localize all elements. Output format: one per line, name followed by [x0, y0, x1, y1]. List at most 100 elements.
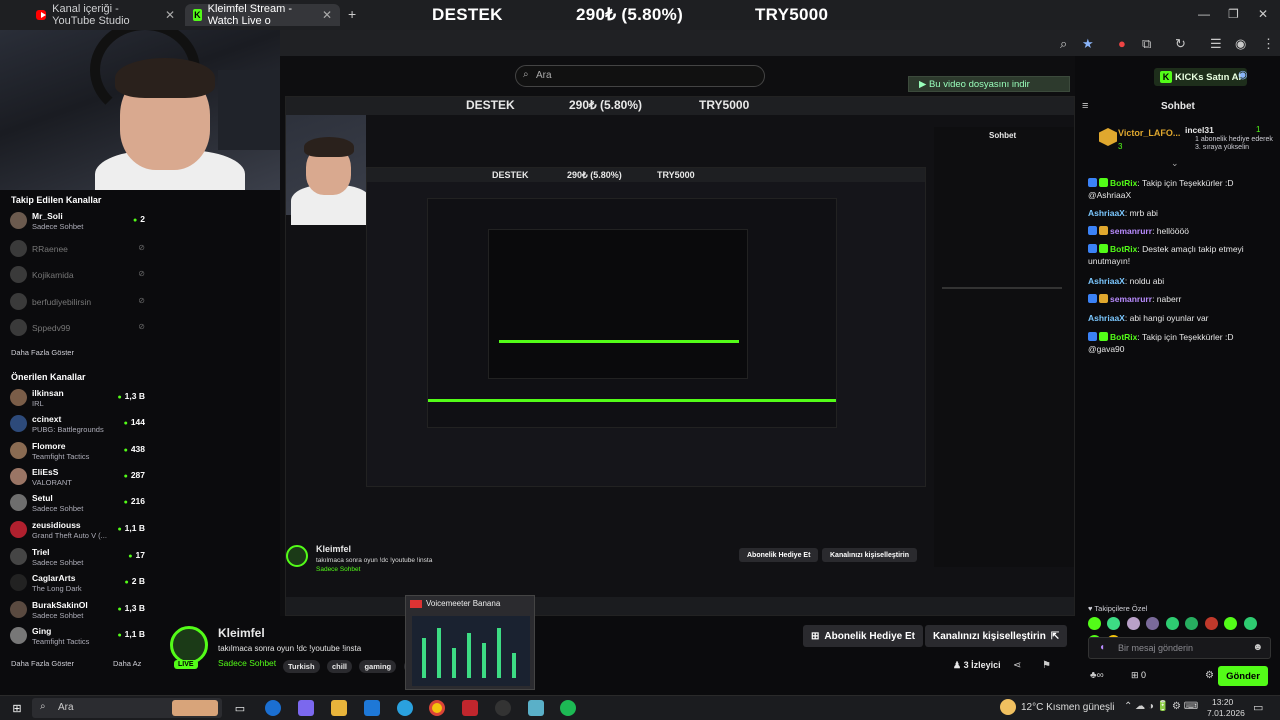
recommended-item[interactable]: CaglarArts The Long Dark 2 B: [10, 572, 145, 596]
profile-icon[interactable]: ◉: [1235, 36, 1246, 52]
gift-subscription-button[interactable]: ⊞ Abonelik Hediye Et: [803, 625, 923, 647]
stream-category[interactable]: Sadece Sohbet: [218, 658, 276, 668]
clock-date[interactable]: 7.01.2026: [1207, 708, 1245, 718]
recommended-item[interactable]: Ging Teamfight Tactics 1,1 B: [10, 625, 145, 649]
tab-kick-stream[interactable]: K Kleimfel Stream - Watch Live o ✕: [185, 3, 340, 27]
zoom-icon[interactable]: ⌕: [1060, 36, 1067, 52]
file-explorer-icon[interactable]: [331, 700, 347, 716]
notification-icon[interactable]: ▭: [1253, 701, 1263, 714]
tab-youtube-studio[interactable]: Kanal içeriği - YouTube Studio ✕: [28, 3, 183, 27]
points-icon[interactable]: ♣∞: [1090, 670, 1104, 681]
taskbar-search[interactable]: ⌕ Ara: [32, 698, 222, 718]
recommended-item[interactable]: zeusidiouss Grand Theft Auto V (... 1,1 …: [10, 519, 145, 543]
channel-name[interactable]: Kleimfel: [218, 626, 265, 640]
weather-icon[interactable]: [1000, 699, 1016, 715]
show-more-link[interactable]: Daha Fazla Göster: [11, 348, 74, 357]
popup-header: Voicemeeter Banana: [410, 599, 500, 608]
close-window-button[interactable]: ✕: [1258, 7, 1268, 21]
stream-video[interactable]: ⌕ Ara ▶ Bu video dosyasını indir DESTEK …: [280, 56, 1075, 616]
voicemeeter-icon[interactable]: [462, 700, 478, 716]
nested-webcam: [286, 115, 371, 225]
maximize-button[interactable]: ❐: [1228, 7, 1239, 21]
emote-icon[interactable]: [1185, 617, 1199, 630]
new-tab-button[interactable]: +: [348, 6, 356, 22]
clock-time[interactable]: 13:20: [1212, 697, 1233, 707]
taskbar-preview-popup[interactable]: Voicemeeter Banana: [405, 595, 535, 690]
emote-icon[interactable]: [1126, 617, 1140, 630]
bookmark-star-icon[interactable]: ★: [1082, 36, 1094, 52]
chat-message: BotRix: Takip için Teşekkürler :D @gava9…: [1088, 332, 1234, 354]
emote-icon[interactable]: [1146, 617, 1160, 630]
avatar: [10, 548, 27, 565]
bot-badge-icon: [1088, 244, 1097, 253]
top-user: Victor_LAFO...: [1118, 128, 1181, 138]
show-less-link[interactable]: Daha Az: [113, 659, 141, 668]
kicks-buy-button[interactable]: K KICKs Satın Al: [1154, 68, 1248, 86]
edge-icon[interactable]: [265, 700, 281, 716]
emote-icon[interactable]: [1204, 617, 1218, 630]
telegram-icon[interactable]: [397, 700, 413, 716]
browser-tab-bar: Kanal içeriği - YouTube Studio ✕ K Kleim…: [0, 0, 1280, 30]
spotify-icon[interactable]: [560, 700, 576, 716]
emote-icon[interactable]: [1243, 617, 1257, 630]
weather-text[interactable]: 12°C Kısmen güneşli: [1021, 702, 1115, 713]
chat-message: AshriaaX: mrb abi: [1088, 208, 1158, 218]
download-bar[interactable]: ▶ Bu video dosyasını indir: [908, 76, 1070, 92]
ticker-middle: 290₺ (5.80%): [576, 5, 684, 24]
chat-input[interactable]: ◖ Bir mesaj gönderin ☻: [1088, 637, 1271, 659]
emote-icon[interactable]: [1165, 617, 1179, 630]
tag[interactable]: Turkish: [283, 660, 320, 673]
app-icon[interactable]: [528, 700, 544, 716]
profile-icon[interactable]: ◉: [1238, 68, 1248, 81]
tag[interactable]: gaming: [359, 660, 397, 673]
recommended-item[interactable]: Flomore Teamfight Tactics 438: [10, 440, 145, 464]
windows-start-icon[interactable]: ⊞: [9, 700, 25, 716]
chevron-down-icon[interactable]: ⌄: [1171, 158, 1179, 169]
chrome-icon[interactable]: [429, 700, 445, 716]
followed-item-mr-soli[interactable]: Mr_Soli Sadece Sohbet 2: [10, 210, 145, 234]
viewers-icon: ♟: [953, 660, 964, 670]
menu-icon[interactable]: ⋮: [1262, 36, 1275, 52]
task-view-icon[interactable]: ▭: [232, 700, 248, 716]
copilot-icon[interactable]: [298, 700, 314, 716]
recommended-item[interactable]: Triel Sadece Sohbet 17: [10, 546, 145, 570]
channel-avatar[interactable]: [170, 626, 208, 664]
followed-item-offline[interactable]: RRaenee ⊘: [10, 238, 145, 262]
followed-item-offline[interactable]: Sppedv99 ⊘: [10, 317, 145, 341]
followed-item-offline[interactable]: Kojikamida ⊘: [10, 264, 145, 288]
tab-close-icon[interactable]: ✕: [165, 8, 175, 22]
mic-icon[interactable]: ◖: [1099, 642, 1105, 653]
report-icon[interactable]: ⚑: [1042, 660, 1051, 671]
obs-icon[interactable]: [495, 700, 511, 716]
recommended-item[interactable]: BurakSakinOl Sadece Sohbet 1,3 B: [10, 599, 145, 623]
followed-item-offline[interactable]: berfudiyebilirsin ⊘: [10, 291, 145, 315]
send-button[interactable]: Gönder: [1218, 666, 1268, 686]
system-tray-icons[interactable]: ⌃ ☁ ◑ 🔋 ⚙ ⌨: [1124, 701, 1198, 712]
emote-icon[interactable]: [1107, 617, 1121, 630]
reading-list-icon[interactable]: ☰: [1210, 36, 1222, 52]
emoji-icon[interactable]: ☻: [1252, 642, 1263, 653]
outlook-icon[interactable]: [364, 700, 380, 716]
recommended-item[interactable]: Setul Sadece Sohbet 216: [10, 492, 145, 516]
emote-icon[interactable]: [1088, 617, 1101, 630]
minimize-button[interactable]: —: [1198, 7, 1210, 21]
share-icon[interactable]: ⋖: [1013, 660, 1021, 671]
collapse-chat-icon[interactable]: ≡: [1082, 100, 1088, 112]
history-icon[interactable]: ↻: [1175, 36, 1186, 52]
extensions-icon[interactable]: ⧉: [1142, 36, 1151, 52]
recommended-item[interactable]: EliEsS VALORANT 287: [10, 466, 145, 490]
tab-close-icon[interactable]: ✕: [322, 8, 332, 22]
tag[interactable]: chill: [327, 660, 353, 673]
nested2-ticker-middle: 290₺ (5.80%): [567, 170, 622, 180]
emote-icon[interactable]: [1224, 617, 1238, 630]
footer-show-more-link[interactable]: Daha Fazla Göster: [11, 659, 74, 668]
recommended-item[interactable]: ilkinsan IRL 1,3 B: [10, 387, 145, 411]
viewer-count: 2: [133, 214, 145, 224]
extension-badge-icon[interactable]: ●: [1118, 36, 1126, 51]
search-input[interactable]: ⌕ Ara: [515, 65, 765, 87]
ticker-left: DESTEK: [432, 5, 503, 24]
gift-badge-icon: [1099, 294, 1108, 303]
recommended-item[interactable]: ccinext PUBG: Battlegrounds 144: [10, 413, 145, 437]
settings-gear-icon[interactable]: ⚙: [1205, 670, 1214, 681]
customize-channel-button[interactable]: Kanalınızı kişiselleştirin ⇱: [925, 625, 1068, 647]
